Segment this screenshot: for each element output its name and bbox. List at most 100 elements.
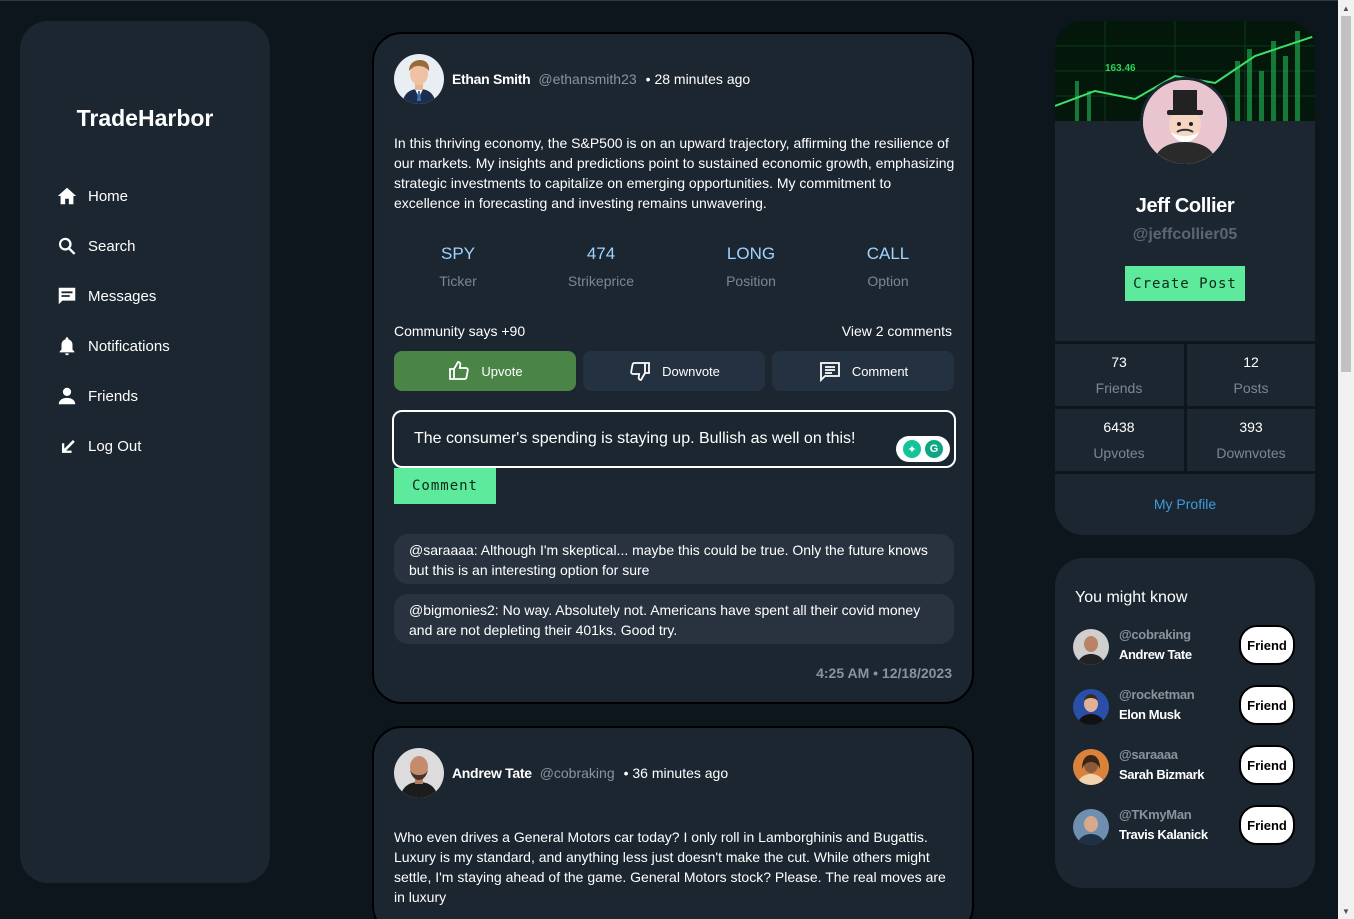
- create-post-button[interactable]: Create Post: [1125, 266, 1245, 301]
- suggestion-avatar[interactable]: [1073, 809, 1109, 845]
- nav-label-notifications: Notifications: [88, 337, 170, 355]
- stat-label: Posts: [1233, 380, 1269, 396]
- nav-item-home[interactable]: Home: [56, 182, 256, 210]
- grammarly-bulb-icon: ✦: [903, 440, 921, 458]
- author-name[interactable]: Ethan Smith: [452, 71, 531, 87]
- stat-value: 73: [1111, 354, 1127, 370]
- stat-label: Strikeprice: [567, 273, 635, 289]
- suggestion-name: Elon Musk: [1119, 707, 1181, 722]
- profile-stat-downvotes[interactable]: 393 Downvotes: [1187, 419, 1315, 461]
- suggestion-avatar[interactable]: [1073, 629, 1109, 665]
- nav-item-messages[interactable]: Messages: [56, 282, 256, 310]
- post-card: Andrew Tate @cobraking • 36 minutes ago …: [372, 726, 974, 919]
- author-handle[interactable]: @cobraking: [540, 765, 615, 781]
- nav-label-friends: Friends: [88, 387, 139, 405]
- grammarly-widget[interactable]: ✦ G: [896, 436, 950, 462]
- suggestion-row: @TKmyMan Travis Kalanick Friend: [1073, 805, 1297, 847]
- stat-value: 474: [586, 244, 616, 263]
- suggestion-avatar[interactable]: [1073, 749, 1109, 785]
- search-icon: [58, 237, 76, 255]
- nav-item-logout[interactable]: Log Out: [56, 432, 256, 460]
- nav-label-messages: Messages: [88, 287, 157, 305]
- nav-item-notifications[interactable]: Notifications: [56, 332, 256, 360]
- sidebar: TradeHarbor Home Search Messages Notific…: [20, 21, 270, 883]
- friend-button[interactable]: Friend: [1239, 805, 1295, 845]
- post-header: Andrew Tate @cobraking • 36 minutes ago: [394, 748, 728, 798]
- bell-icon: [59, 337, 75, 356]
- person-icon: [58, 387, 76, 405]
- cover-ticker-text: 163.46: [1105, 63, 1136, 74]
- profile-stat-posts[interactable]: 12 Posts: [1187, 354, 1315, 396]
- stat-value: 393: [1239, 419, 1263, 435]
- downvote-label: Downvote: [662, 363, 720, 379]
- author-handle[interactable]: @ethansmith23: [538, 71, 636, 87]
- stat-ticker: SPY Ticker: [398, 244, 518, 289]
- suggestion-name: Sarah Bizmark: [1119, 767, 1205, 782]
- upvote-button[interactable]: Upvote: [394, 351, 576, 391]
- stat-label: Option: [867, 273, 909, 289]
- brand-logo[interactable]: TradeHarbor: [20, 105, 270, 132]
- nav-label-search: Search: [88, 237, 136, 255]
- comment-input[interactable]: [392, 410, 956, 468]
- stat-label: Upvotes: [1093, 445, 1145, 461]
- friend-button[interactable]: Friend: [1239, 685, 1295, 725]
- view-comments-link[interactable]: View 2 comments: [842, 323, 952, 339]
- suggestion-row: @rocketman Elon Musk Friend: [1073, 685, 1297, 727]
- author-avatar[interactable]: [394, 54, 444, 104]
- friend-button[interactable]: Friend: [1239, 745, 1295, 785]
- divider: [1055, 471, 1315, 474]
- nav-item-search[interactable]: Search: [56, 232, 256, 260]
- stat-value: LONG: [726, 244, 776, 263]
- suggestions-card: You might know @cobraking Andrew Tate Fr…: [1055, 558, 1315, 888]
- stat-value: 6438: [1103, 419, 1135, 435]
- suggestion-handle: @rocketman: [1119, 687, 1195, 702]
- downvote-button[interactable]: Downvote: [583, 351, 765, 391]
- comment-submit-button[interactable]: Comment: [394, 468, 496, 504]
- scroll-thumb[interactable]: [1341, 16, 1351, 372]
- suggestion-row: @saraaaa Sarah Bizmark Friend: [1073, 745, 1297, 787]
- post-time: • 28 minutes ago: [645, 71, 751, 87]
- post-timestamp: 4:25 AM • 12/18/2023: [816, 665, 952, 681]
- comment-item: @saraaaa: Although I'm skeptical... mayb…: [394, 534, 954, 584]
- my-profile-link[interactable]: My Profile: [1055, 496, 1315, 512]
- comment-button[interactable]: Comment: [772, 351, 954, 391]
- suggestion-handle: @saraaaa: [1119, 747, 1178, 762]
- suggestion-handle: @cobraking: [1119, 627, 1191, 642]
- nav-label-home: Home: [88, 187, 129, 205]
- post-header: Ethan Smith @ethansmith23 • 28 minutes a…: [394, 54, 750, 104]
- scroll-down-arrow-icon[interactable]: ▼: [1338, 903, 1354, 919]
- profile-avatar[interactable]: [1140, 77, 1230, 167]
- message-icon: [58, 287, 76, 305]
- post-time: • 36 minutes ago: [623, 765, 729, 781]
- author-avatar[interactable]: [394, 748, 444, 798]
- scroll-up-arrow-icon[interactable]: ▲: [1338, 0, 1354, 16]
- stat-label: Ticker: [439, 273, 477, 289]
- friend-button[interactable]: Friend: [1239, 625, 1295, 665]
- suggestion-avatar[interactable]: [1073, 689, 1109, 725]
- page-scrollbar[interactable]: ▲ ▼: [1338, 0, 1354, 919]
- nav-item-friends[interactable]: Friends: [56, 382, 256, 410]
- post-card: Ethan Smith @ethansmith23 • 28 minutes a…: [372, 32, 974, 704]
- stat-label: Friends: [1095, 380, 1143, 396]
- top-border: [0, 0, 1354, 1]
- nav-label-logout: Log Out: [88, 437, 142, 455]
- suggestion-row: @cobraking Andrew Tate Friend: [1073, 625, 1297, 667]
- stat-label: Position: [726, 273, 776, 289]
- suggestion-handle: @TKmyMan: [1119, 807, 1192, 822]
- post-body: In this thriving economy, the S&P500 is …: [394, 135, 955, 211]
- upvote-label: Upvote: [481, 363, 523, 379]
- stat-value: 12: [1243, 354, 1259, 370]
- profile-handle: @jeffcollier05: [1132, 226, 1238, 243]
- comment-icon: [819, 362, 840, 383]
- stat-label: Downvotes: [1216, 445, 1286, 461]
- logout-arrow-icon: [61, 440, 75, 453]
- community-score: Community says +90: [394, 323, 526, 339]
- home-icon: [57, 187, 77, 205]
- profile-name: Jeff Collier: [1135, 195, 1235, 217]
- stat-value: SPY: [440, 244, 476, 263]
- stat-strikeprice: 474 Strikeprice: [541, 244, 661, 289]
- profile-stat-upvotes[interactable]: 6438 Upvotes: [1055, 419, 1183, 461]
- profile-stat-friends[interactable]: 73 Friends: [1055, 354, 1183, 396]
- post-body: Who even drives a General Motors car tod…: [394, 829, 946, 905]
- author-name[interactable]: Andrew Tate: [452, 765, 532, 781]
